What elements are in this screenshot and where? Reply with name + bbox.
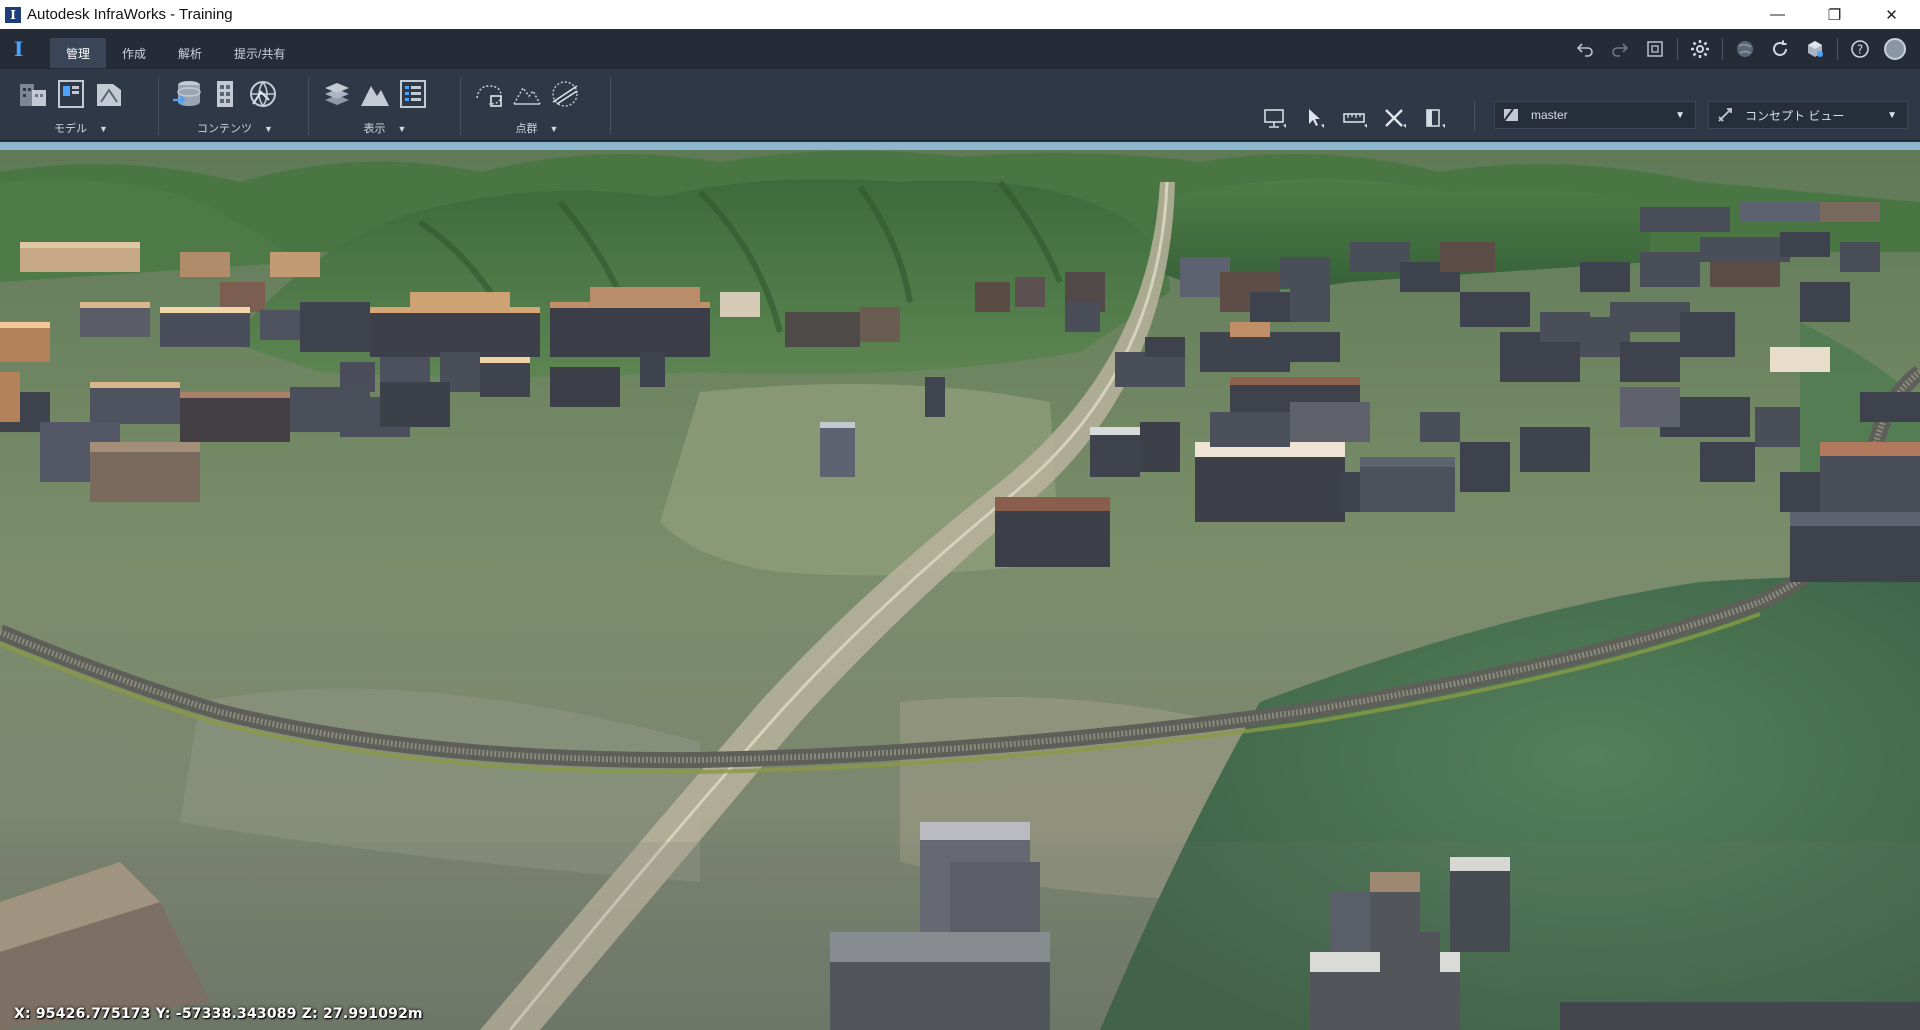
user-avatar[interactable] [1882,38,1908,60]
toolbar-separator [1677,38,1678,60]
tools-icon[interactable] [1380,105,1410,131]
group-separator [610,77,611,135]
ribbon-tab-row: I 管理 作成 解析 提示/共有 ? [0,29,1920,69]
select-icon[interactable] [1300,105,1330,131]
ribbon-group-model: モデル ▼ [6,69,156,141]
svg-text:?: ? [1857,43,1863,57]
window-controls: — ❐ ✕ [1749,0,1920,29]
proposal-dropdown[interactable]: master ▼ [1494,101,1696,129]
terrain-icon[interactable] [358,77,392,111]
point-cloud-terrain-icon[interactable] [510,77,544,111]
infraworks-app-icon: I [5,6,21,23]
tab-analyze[interactable]: 解析 [162,38,218,68]
point-cloud-region-icon[interactable] [472,77,506,111]
group-separator [158,77,159,135]
visual-style-value: コンセプト ビュー [1745,108,1845,123]
chevron-down-icon: ▼ [1675,109,1685,121]
viewport-scene [0,142,1920,1030]
visual-style-icon [1717,107,1735,123]
model-group-label[interactable]: モデル ▼ [6,120,156,136]
globe-icon[interactable] [1732,38,1758,60]
data-sources-icon[interactable] [170,77,204,111]
group-separator [1474,101,1475,131]
display-group-label[interactable]: 表示 ▼ [310,120,460,136]
visual-style-dropdown[interactable]: コンセプト ビュー ▼ [1708,101,1908,129]
restore-button[interactable]: ❐ [1806,0,1863,29]
top-right-toolbar: ? [1563,38,1908,60]
model-properties-icon[interactable] [54,77,88,111]
content-group-label[interactable]: コンテンツ ▼ [160,120,310,136]
measure-icon[interactable] [1340,105,1370,131]
settings-icon[interactable] [1687,38,1713,60]
coordinate-readout: X: 95426.775173 Y: -57338.343089 Z: 27.9… [14,1006,423,1022]
themes-icon[interactable] [396,77,430,111]
help-icon[interactable]: ? [1847,38,1873,60]
ribbon-tabs: 管理 作成 解析 提示/共有 [50,38,301,68]
clip-icon[interactable] [1420,105,1450,131]
tab-manage[interactable]: 管理 [50,38,107,68]
geolocation-icon[interactable] [246,77,280,111]
style-palette-icon[interactable] [208,77,242,111]
minimize-button[interactable]: — [1749,0,1806,29]
fit-view-icon[interactable] [1642,38,1668,60]
ribbon-group-display: 表示 ▼ [310,69,460,141]
ribbon-group-pointcloud: 点群 ▼ [462,69,612,141]
tab-present-share[interactable]: 提示/共有 [218,38,301,68]
pointcloud-group-label[interactable]: 点群 ▼ [462,120,612,136]
layers-icon[interactable] [320,77,354,111]
3d-model-viewport[interactable]: X: 95426.775173 Y: -57338.343089 Z: 27.9… [0,142,1920,1030]
tab-create[interactable]: 作成 [106,38,162,68]
proposal-icon [1503,107,1521,123]
point-cloud-linear-icon[interactable] [548,77,582,111]
window-title: Autodesk InfraWorks - Training [27,6,233,23]
ribbon-panel: モデル ▼ コンテンツ ▼ 表示 ▼ 点群 ▼ master ▼ コンセプト ビ… [0,69,1920,141]
infraworks-logo-icon[interactable]: I [14,37,36,61]
proposal-value: master [1531,108,1568,122]
group-separator [308,77,309,135]
ribbon-group-content: コンテンツ ▼ [160,69,310,141]
title-bar: I Autodesk InfraWorks - Training — ❐ ✕ [0,0,1920,29]
toolbar-separator [1837,38,1838,60]
sync-icon[interactable] [1767,38,1793,60]
close-button[interactable]: ✕ [1863,0,1920,29]
redo-icon[interactable] [1607,38,1633,60]
model-builder-icon[interactable] [16,77,50,111]
model-explorer-icon[interactable] [92,77,126,111]
cube-icon[interactable] [1802,38,1828,60]
undo-icon[interactable] [1572,38,1598,60]
presentation-icon[interactable] [1260,105,1290,131]
chevron-down-icon: ▼ [1887,109,1897,121]
group-separator [460,77,461,135]
toolbar-separator [1722,38,1723,60]
